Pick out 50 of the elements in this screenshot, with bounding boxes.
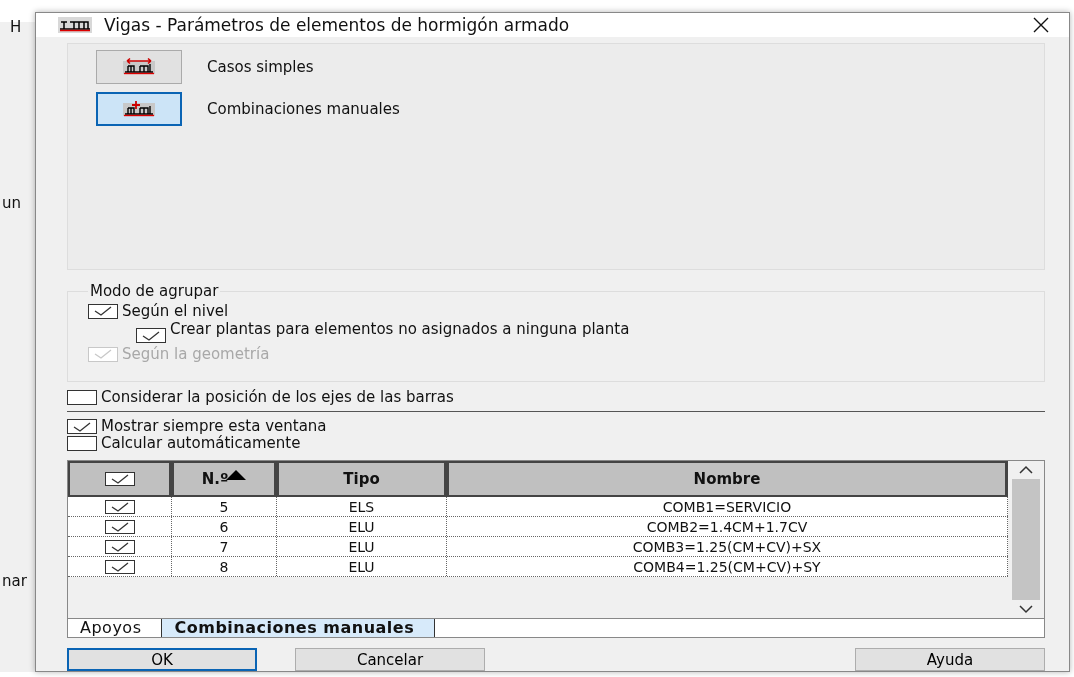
checkbox[interactable]	[67, 389, 97, 405]
table-cell: 7	[172, 537, 277, 556]
checkbox[interactable]	[136, 328, 166, 343]
beam-icon	[58, 17, 92, 33]
checkbox-label: Según el nivel	[122, 302, 229, 320]
mode-button[interactable]	[96, 92, 182, 126]
checkbox-label: Mostrar siempre esta ventana	[101, 418, 327, 435]
close-icon[interactable]	[1031, 15, 1051, 35]
header-cell[interactable]: Tipo	[277, 461, 447, 497]
scroll-down-icon[interactable]	[1018, 604, 1034, 614]
checkbox[interactable]	[104, 499, 135, 514]
checkbox[interactable]	[104, 472, 135, 486]
table-cell: 6	[172, 517, 277, 536]
group-title: Modo de agrupar	[89, 282, 220, 300]
sort-arrow-icon	[226, 470, 247, 480]
dialog-button[interactable]: OK	[67, 648, 257, 671]
checkbox[interactable]	[67, 436, 97, 451]
checkbox-label: Calcular automáticamente	[101, 435, 301, 452]
checkbox[interactable]	[88, 303, 118, 319]
table-cell: 5	[172, 497, 277, 516]
header-cell[interactable]: N.º	[172, 461, 277, 497]
mode-label: Casos simples	[207, 58, 314, 76]
checkbox[interactable]	[67, 419, 97, 434]
dialog-button[interactable]: Cancelar	[295, 648, 485, 671]
window-title: Vigas - Parámetros de elementos de hormigón armado	[104, 15, 571, 35]
background-text: H	[10, 18, 22, 36]
checkbox[interactable]	[104, 519, 135, 534]
table-cell: ELU	[277, 537, 447, 556]
checkbox-label: Considerar la posición de los ejes de las barras	[101, 388, 454, 406]
beam-icon	[120, 99, 158, 119]
background-text: nar	[2, 572, 27, 590]
tab[interactable]: Combinaciones manuales	[162, 619, 436, 637]
scroll-up-icon[interactable]	[1018, 465, 1034, 475]
header-label: N.º	[201, 470, 229, 488]
mode-button[interactable]	[96, 50, 182, 84]
checkbox[interactable]	[104, 559, 135, 574]
checkbox-label: Según la geometría	[122, 345, 270, 363]
background-text: un	[2, 194, 21, 212]
dialog-button[interactable]: Ayuda	[855, 648, 1045, 671]
header-cell[interactable]: Nombre	[447, 461, 1008, 497]
table-cell: ELS	[277, 497, 447, 516]
checkbox[interactable]	[104, 539, 135, 554]
mode-label: Combinaciones manuales	[207, 100, 400, 118]
table-cell: ELU	[277, 557, 447, 576]
checkbox-label: Crear plantas para elementos no asignados a ninguna planta	[170, 322, 631, 336]
scroll-thumb[interactable]	[1012, 479, 1040, 600]
header-cell[interactable]	[68, 461, 172, 497]
beam-icon	[120, 57, 158, 77]
table-cell: 8	[172, 557, 277, 576]
table-cell: ELU	[277, 517, 447, 536]
